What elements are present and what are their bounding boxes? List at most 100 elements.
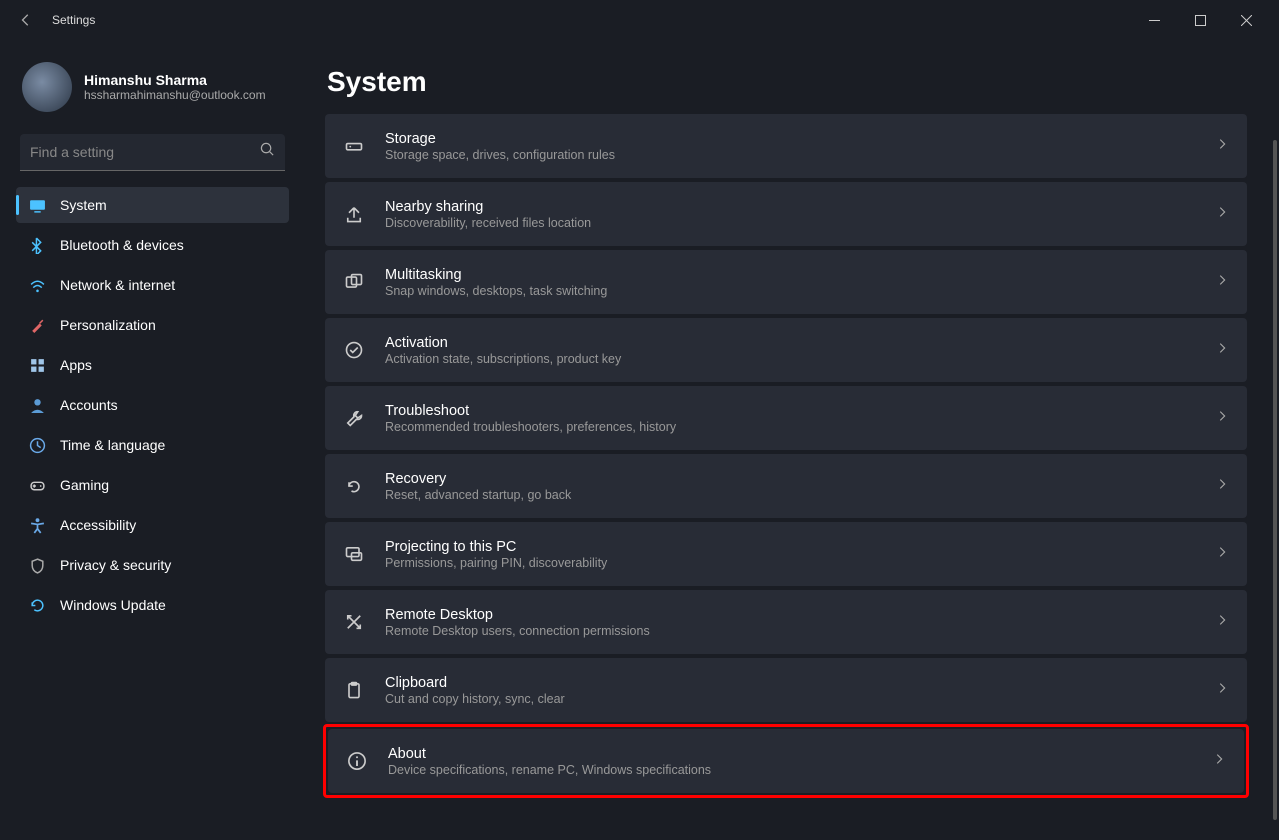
sidebar-item-network-internet[interactable]: Network & internet — [16, 267, 289, 303]
nav-item-label: Personalization — [60, 317, 156, 333]
nav-item-label: Accessibility — [60, 517, 136, 533]
setting-title: Troubleshoot — [385, 403, 1195, 419]
chevron-right-icon — [1215, 137, 1229, 156]
setting-item-clipboard[interactable]: ClipboardCut and copy history, sync, cle… — [325, 658, 1247, 722]
setting-title: Remote Desktop — [385, 607, 1195, 623]
clipboard-icon — [343, 679, 365, 701]
setting-item-recovery[interactable]: RecoveryReset, advanced startup, go back — [325, 454, 1247, 518]
setting-desc: Discoverability, received files location — [385, 216, 1195, 230]
titlebar: Settings — [0, 0, 1279, 40]
chevron-right-icon — [1215, 477, 1229, 496]
sidebar-item-bluetooth-devices[interactable]: Bluetooth & devices — [16, 227, 289, 263]
person-icon — [28, 396, 46, 414]
minimize-button[interactable] — [1131, 4, 1177, 36]
setting-title: Nearby sharing — [385, 199, 1195, 215]
setting-item-remote-desktop[interactable]: Remote DesktopRemote Desktop users, conn… — [325, 590, 1247, 654]
close-button[interactable] — [1223, 4, 1269, 36]
profile-email: hssharmahimanshu@outlook.com — [84, 88, 266, 102]
scrollbar[interactable] — [1273, 140, 1277, 820]
main-panel: System StorageStorage space, drives, con… — [305, 40, 1279, 840]
gamepad-icon — [28, 476, 46, 494]
maximize-button[interactable] — [1177, 4, 1223, 36]
nav-item-label: Windows Update — [60, 597, 166, 613]
chevron-right-icon — [1215, 205, 1229, 224]
recovery-icon — [343, 475, 365, 497]
search-input[interactable] — [20, 134, 285, 170]
setting-desc: Cut and copy history, sync, clear — [385, 692, 1195, 706]
remote-icon — [343, 611, 365, 633]
check-icon — [343, 339, 365, 361]
setting-desc: Device specifications, rename PC, Window… — [388, 763, 1192, 777]
chevron-right-icon — [1215, 409, 1229, 428]
setting-item-about[interactable]: AboutDevice specifications, rename PC, W… — [328, 729, 1244, 793]
window-title: Settings — [52, 13, 95, 27]
sidebar-item-gaming[interactable]: Gaming — [16, 467, 289, 503]
nav-item-label: Accounts — [60, 397, 118, 413]
nav-item-label: System — [60, 197, 107, 213]
sidebar-item-accessibility[interactable]: Accessibility — [16, 507, 289, 543]
wrench-icon — [343, 407, 365, 429]
sidebar-item-apps[interactable]: Apps — [16, 347, 289, 383]
setting-title: About — [388, 746, 1192, 762]
bluetooth-icon — [28, 236, 46, 254]
nav-item-label: Network & internet — [60, 277, 175, 293]
chevron-right-icon — [1215, 545, 1229, 564]
nav-item-label: Apps — [60, 357, 92, 373]
profile-name: Himanshu Sharma — [84, 72, 266, 88]
nav-item-label: Time & language — [60, 437, 165, 453]
setting-title: Activation — [385, 335, 1195, 351]
clock-icon — [28, 436, 46, 454]
search-wrap — [20, 134, 285, 171]
setting-item-projecting-to-this-pc[interactable]: Projecting to this PCPermissions, pairin… — [325, 522, 1247, 586]
display-icon — [28, 196, 46, 214]
avatar — [22, 62, 72, 112]
sidebar-item-system[interactable]: System — [16, 187, 289, 223]
setting-title: Multitasking — [385, 267, 1195, 283]
setting-desc: Snap windows, desktops, task switching — [385, 284, 1195, 298]
setting-item-activation[interactable]: ActivationActivation state, subscription… — [325, 318, 1247, 382]
setting-title: Projecting to this PC — [385, 539, 1195, 555]
nav-item-label: Bluetooth & devices — [60, 237, 184, 253]
setting-item-multitasking[interactable]: MultitaskingSnap windows, desktops, task… — [325, 250, 1247, 314]
sidebar-item-privacy-security[interactable]: Privacy & security — [16, 547, 289, 583]
setting-desc: Permissions, pairing PIN, discoverabilit… — [385, 556, 1195, 570]
setting-title: Recovery — [385, 471, 1195, 487]
setting-title: Clipboard — [385, 675, 1195, 691]
shield-icon — [28, 556, 46, 574]
page-title: System — [327, 66, 1247, 98]
chevron-right-icon — [1212, 752, 1226, 771]
project-icon — [343, 543, 365, 565]
nav-item-label: Privacy & security — [60, 557, 171, 573]
wifi-icon — [28, 276, 46, 294]
share-icon — [343, 203, 365, 225]
chevron-right-icon — [1215, 273, 1229, 292]
nav-list: System Bluetooth & devices Network & inter… — [16, 187, 289, 623]
setting-item-storage[interactable]: StorageStorage space, drives, configurat… — [325, 114, 1247, 178]
grid-icon — [28, 356, 46, 374]
sidebar-item-accounts[interactable]: Accounts — [16, 387, 289, 423]
window-controls — [1131, 4, 1269, 36]
setting-item-nearby-sharing[interactable]: Nearby sharingDiscoverability, received … — [325, 182, 1247, 246]
sidebar: Himanshu Sharma hssharmahimanshu@outlook… — [0, 40, 305, 840]
sidebar-item-windows-update[interactable]: Windows Update — [16, 587, 289, 623]
chevron-right-icon — [1215, 341, 1229, 360]
storage-icon — [343, 135, 365, 157]
update-icon — [28, 596, 46, 614]
chevron-right-icon — [1215, 613, 1229, 632]
setting-desc: Activation state, subscriptions, product… — [385, 352, 1195, 366]
setting-desc: Storage space, drives, configuration rul… — [385, 148, 1195, 162]
back-button[interactable] — [10, 4, 42, 36]
profile-section[interactable]: Himanshu Sharma hssharmahimanshu@outlook… — [16, 50, 289, 124]
nav-item-label: Gaming — [60, 477, 109, 493]
highlight-box: AboutDevice specifications, rename PC, W… — [323, 724, 1249, 798]
multitask-icon — [343, 271, 365, 293]
setting-item-troubleshoot[interactable]: TroubleshootRecommended troubleshooters,… — [325, 386, 1247, 450]
brush-icon — [28, 316, 46, 334]
settings-list: StorageStorage space, drives, configurat… — [325, 114, 1247, 796]
chevron-right-icon — [1215, 681, 1229, 700]
setting-desc: Reset, advanced startup, go back — [385, 488, 1195, 502]
sidebar-item-time-language[interactable]: Time & language — [16, 427, 289, 463]
search-icon — [260, 142, 275, 162]
sidebar-item-personalization[interactable]: Personalization — [16, 307, 289, 343]
setting-desc: Recommended troubleshooters, preferences… — [385, 420, 1195, 434]
